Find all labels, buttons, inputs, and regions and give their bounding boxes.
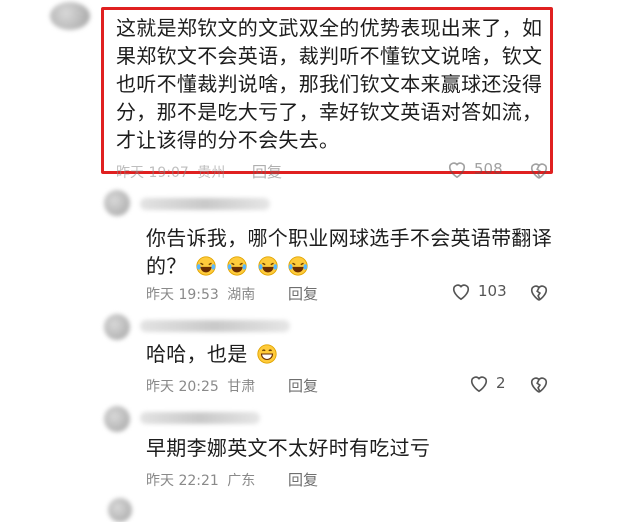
username[interactable] [140, 412, 260, 424]
comment-text: 早期李娜英文不太好时有吃过亏 [146, 436, 431, 460]
avatar[interactable] [50, 2, 90, 30]
reply-button[interactable]: 回复 [288, 283, 318, 304]
like-count: 103 [478, 282, 507, 300]
like-count: 2 [496, 374, 506, 392]
comment-text: 你告诉我，哪个职业网球选手不会英语带翻译的？ [146, 224, 566, 280]
comment-location: 湖南 [227, 287, 256, 303]
laughing-tears-emoji [288, 256, 308, 276]
broken-heart-icon [530, 285, 548, 301]
comment-text: 哈哈，也是 [146, 340, 278, 368]
username[interactable] [140, 198, 270, 210]
like-count: 508 [474, 160, 503, 178]
reply-button[interactable]: 回复 [252, 161, 282, 182]
heart-outline-icon [470, 376, 488, 393]
heart-outline-icon [448, 162, 466, 179]
avatar[interactable] [104, 406, 130, 432]
laughing-tears-emoji [196, 256, 216, 276]
comment-time: 昨天 20:25 [146, 379, 219, 395]
comment-text: 这就是郑钦文的文武双全的优势表现出来了，如果郑钦文不会英语，裁判听不懂钦文说啥，… [116, 16, 543, 152]
broken-heart-icon [530, 163, 548, 179]
avatar[interactable] [104, 314, 130, 340]
comment-location: 甘肃 [227, 379, 256, 395]
comment-location: 广东 [227, 473, 256, 489]
comment-meta: 昨天 19:53 湖南 [146, 284, 259, 304]
comment-meta: 昨天 19:07 贵州 [116, 162, 229, 182]
comment-text-body: 哈哈，也是 [146, 342, 248, 366]
like-button[interactable]: 2 [468, 373, 506, 393]
like-button[interactable]: 103 [450, 281, 507, 301]
emoji-group [193, 254, 309, 278]
like-button[interactable]: 508 [446, 159, 503, 179]
reply-button[interactable]: 回复 [288, 375, 318, 396]
avatar[interactable] [108, 498, 132, 522]
comment-time: 昨天 22:21 [146, 473, 219, 489]
laughing-tears-emoji [227, 256, 247, 276]
comment-time: 昨天 19:07 [116, 165, 189, 181]
dislike-button[interactable] [528, 160, 550, 184]
avatar[interactable] [104, 190, 130, 216]
comment-time: 昨天 19:53 [146, 287, 219, 303]
comment-meta: 昨天 20:25 甘肃 [146, 376, 259, 396]
comment-location: 贵州 [197, 165, 226, 181]
grinning-emoji [257, 344, 277, 364]
laughing-tears-emoji [258, 256, 278, 276]
heart-outline-icon [452, 284, 470, 301]
dislike-button[interactable] [528, 374, 550, 398]
reply-button[interactable]: 回复 [288, 469, 318, 490]
username[interactable] [140, 320, 290, 332]
broken-heart-icon [530, 377, 548, 393]
dislike-button[interactable] [528, 282, 550, 306]
comment-meta: 昨天 22:21 广东 [146, 470, 259, 490]
